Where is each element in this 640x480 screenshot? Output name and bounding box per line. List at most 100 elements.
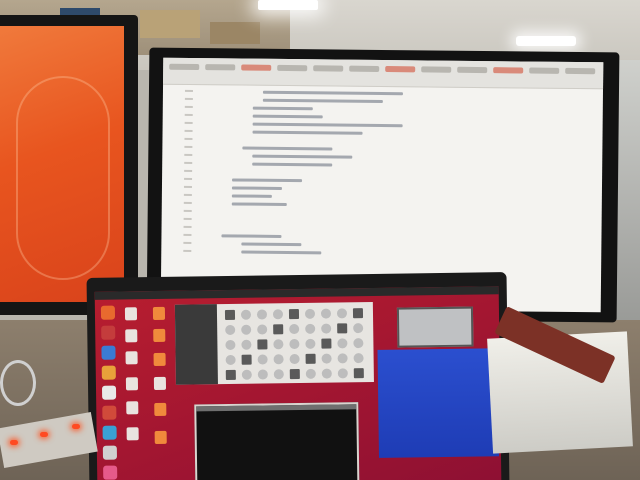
desktop-file-icon[interactable] — [126, 401, 139, 415]
file-thumbnail[interactable] — [256, 309, 268, 320]
file-thumbnail[interactable] — [305, 368, 316, 379]
file-thumbnail[interactable] — [273, 369, 284, 380]
line-number — [183, 225, 192, 229]
line-number — [184, 105, 193, 109]
file-thumbnail[interactable] — [273, 339, 284, 350]
file-thumbnail[interactable] — [336, 308, 348, 319]
line-number — [184, 129, 193, 133]
line-number — [184, 89, 193, 93]
file-thumbnail[interactable] — [289, 353, 300, 365]
editor-tab-bar — [163, 57, 604, 90]
file-thumbnail[interactable] — [353, 353, 364, 364]
code-line — [232, 178, 303, 183]
editor-tab — [385, 66, 416, 73]
desktop-file-icon[interactable] — [126, 427, 139, 441]
file-thumbnail[interactable] — [304, 308, 316, 319]
file-thumbnail[interactable] — [241, 354, 252, 365]
line-number — [184, 121, 193, 125]
file-thumbnail[interactable] — [289, 338, 300, 350]
file-thumbnail[interactable] — [272, 309, 284, 320]
file-thumbnail[interactable] — [321, 323, 332, 334]
editor-tab — [277, 64, 308, 72]
editor-tab — [421, 66, 452, 73]
editor-tab — [457, 66, 488, 74]
file-thumbnail[interactable] — [273, 354, 284, 365]
file-thumbnail[interactable] — [240, 309, 252, 320]
file-thumbnail[interactable] — [257, 354, 268, 365]
line-number — [183, 249, 192, 253]
dock-app-icon[interactable] — [102, 425, 117, 440]
file-thumbnail[interactable] — [288, 308, 300, 320]
file-thumbnail[interactable] — [241, 339, 252, 350]
file-thumbnail[interactable] — [289, 323, 300, 335]
editor-tab — [493, 67, 524, 74]
file-thumbnail[interactable] — [337, 338, 348, 349]
file-thumbnail[interactable] — [257, 324, 268, 335]
code-line — [262, 90, 403, 96]
line-number — [184, 169, 193, 173]
shelf-box — [210, 22, 260, 44]
file-thumbnail[interactable] — [353, 338, 364, 349]
terminal-title-bar — [196, 404, 357, 412]
file-thumbnail[interactable] — [241, 369, 252, 380]
desktop-file-icon[interactable] — [153, 328, 166, 343]
file-thumbnail[interactable] — [224, 309, 236, 321]
line-number — [184, 113, 193, 117]
file-thumbnail[interactable] — [305, 353, 316, 364]
desktop-file-icon[interactable] — [125, 351, 138, 365]
file-thumbnail[interactable] — [321, 338, 332, 349]
file-thumbnail[interactable] — [225, 324, 236, 336]
file-thumbnail[interactable] — [241, 324, 252, 335]
desktop-file-icon[interactable] — [125, 329, 138, 343]
line-number — [183, 233, 192, 237]
line-number — [184, 137, 193, 141]
line-number — [183, 201, 192, 205]
file-thumbnail[interactable] — [353, 323, 364, 334]
desktop-file-icon[interactable] — [125, 377, 139, 391]
dock-app-icon[interactable] — [100, 305, 116, 320]
desktop-file-icon[interactable] — [154, 430, 167, 445]
desktop-file-icon[interactable] — [154, 402, 167, 417]
dock-app-icon[interactable] — [101, 345, 116, 360]
file-thumbnail[interactable] — [353, 368, 364, 379]
desktop-file-icon[interactable] — [153, 352, 166, 367]
desktop-file-icon[interactable] — [152, 306, 166, 321]
dock-app-icon[interactable] — [102, 405, 117, 420]
dock-app-icon[interactable] — [101, 325, 116, 340]
left-monitor-screen — [0, 26, 124, 302]
line-number — [183, 185, 192, 189]
code-line — [252, 114, 323, 119]
line-number — [184, 97, 193, 101]
file-manager-sidebar — [174, 304, 218, 385]
file-thumbnail[interactable] — [257, 369, 268, 380]
blue-window — [377, 348, 499, 458]
code-line — [242, 146, 333, 151]
file-thumbnail[interactable] — [305, 323, 316, 334]
file-thumbnail[interactable] — [225, 369, 236, 381]
dock-app-icon[interactable] — [101, 385, 117, 400]
dock-app-icon[interactable] — [102, 445, 118, 460]
desktop-file-icon[interactable] — [124, 307, 138, 321]
file-thumbnail[interactable] — [352, 308, 364, 319]
laptop-screen — [94, 286, 502, 480]
file-thumbnail[interactable] — [225, 354, 236, 366]
file-thumbnail[interactable] — [257, 339, 268, 350]
file-thumbnail[interactable] — [321, 368, 332, 379]
line-number — [183, 193, 192, 197]
editor-tab — [565, 67, 596, 75]
file-thumbnail[interactable] — [337, 368, 348, 379]
file-thumbnail[interactable] — [273, 324, 284, 335]
file-thumbnail[interactable] — [225, 339, 236, 351]
file-thumbnail[interactable] — [305, 338, 316, 349]
desktop-file-icon[interactable] — [153, 376, 167, 391]
file-thumbnail[interactable] — [337, 353, 348, 364]
file-thumbnail[interactable] — [289, 368, 300, 380]
dock-app-icon[interactable] — [101, 365, 116, 380]
shelf-box — [140, 10, 200, 38]
dock-app-icon[interactable] — [103, 465, 118, 480]
line-number — [183, 217, 192, 221]
code-line — [252, 154, 353, 159]
file-thumbnail[interactable] — [320, 308, 332, 319]
file-thumbnail[interactable] — [321, 353, 332, 364]
file-thumbnail[interactable] — [337, 323, 348, 334]
